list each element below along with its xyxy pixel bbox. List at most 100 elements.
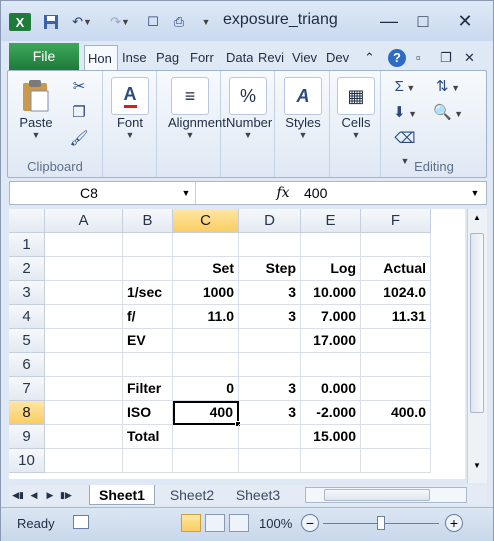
last-sheet-icon[interactable]: ▮▶ [59, 485, 73, 505]
column-header-b[interactable]: B [123, 209, 173, 233]
horizontal-scrollbar[interactable] [305, 487, 467, 503]
cell-d1[interactable] [239, 233, 301, 257]
row-header-9[interactable]: 9 [9, 425, 45, 449]
cell-e2[interactable]: Log [301, 257, 361, 281]
horizontal-scroll-thumb[interactable] [324, 489, 430, 501]
row-header-6[interactable]: 6 [9, 353, 45, 377]
cell-c2[interactable]: Set [173, 257, 239, 281]
paste-button[interactable]: Paste ▼ [14, 77, 58, 140]
row-header-1[interactable]: 1 [9, 233, 45, 257]
cell-a7[interactable] [45, 377, 123, 401]
first-sheet-icon[interactable]: ◀▮ [11, 485, 25, 505]
row-header-10[interactable]: 10 [9, 449, 45, 473]
cell-e4[interactable]: 7.000 [301, 305, 361, 329]
cell-e7[interactable]: 0.000 [301, 377, 361, 401]
cell-f2[interactable]: Actual [361, 257, 431, 281]
column-header-a[interactable]: A [45, 209, 123, 233]
cell-a4[interactable] [45, 305, 123, 329]
page-break-view-button[interactable] [229, 514, 249, 532]
cell-d4[interactable]: 3 [239, 305, 301, 329]
cell-a1[interactable] [45, 233, 123, 257]
cell-a8[interactable] [45, 401, 123, 425]
cell-e6[interactable] [301, 353, 361, 377]
column-header-d[interactable]: D [239, 209, 301, 233]
cell-d9[interactable] [239, 425, 301, 449]
zoom-out-button[interactable]: − [301, 514, 319, 532]
cell-c5[interactable] [173, 329, 239, 353]
expand-formula-bar-icon[interactable]: ▼ [468, 182, 482, 204]
number-button[interactable]: % Number ▼ [226, 77, 272, 140]
cell-b6[interactable] [123, 353, 173, 377]
insert-function-button[interactable]: fx [270, 182, 296, 204]
help-icon[interactable]: ? [385, 45, 407, 71]
column-header-c[interactable]: C [173, 209, 239, 233]
print-icon[interactable]: ⎙ [169, 13, 189, 31]
cell-a9[interactable] [45, 425, 123, 449]
name-box[interactable]: C8 [10, 182, 196, 204]
cell-b5[interactable]: EV [123, 329, 173, 353]
zoom-level[interactable]: 100% [259, 516, 292, 531]
cell-b8[interactable]: ISO [123, 401, 173, 425]
sort-filter-icon[interactable]: ⇅ ▼ [430, 77, 466, 97]
cell-a2[interactable] [45, 257, 123, 281]
minimize-button[interactable]: — [377, 11, 401, 33]
cell-c6[interactable] [173, 353, 239, 377]
font-button[interactable]: A Font ▼ [108, 77, 152, 140]
cell-f3[interactable]: 1024.0 [361, 281, 431, 305]
autosum-icon[interactable]: Σ ▼ [392, 77, 418, 97]
collapse-ribbon-icon[interactable]: ⌃ [361, 45, 381, 71]
scroll-down-icon[interactable]: ▼ [470, 461, 484, 475]
tab-data[interactable]: Data [223, 45, 253, 71]
formula-input[interactable]: 400 [300, 182, 327, 204]
tab-formulas[interactable]: Forr [187, 45, 221, 71]
cell-f6[interactable] [361, 353, 431, 377]
cell-f5[interactable] [361, 329, 431, 353]
macro-record-icon[interactable] [73, 515, 89, 529]
worksheet-grid[interactable]: A B C D E F 1 2 Set Step Log Actual 3 1/sec 1000 3 10.00… [9, 209, 465, 479]
name-box-dropdown-icon[interactable]: ▼ [178, 182, 194, 204]
sheet-tab-sheet3[interactable]: Sheet3 [227, 485, 289, 505]
zoom-in-button[interactable]: + [445, 514, 463, 532]
format-painter-icon[interactable]: 🖌 [66, 129, 92, 149]
row-header-5[interactable]: 5 [9, 329, 45, 353]
cell-a10[interactable] [45, 449, 123, 473]
close-button[interactable]: ✕ [453, 11, 477, 33]
cell-b2[interactable] [123, 257, 173, 281]
cell-c10[interactable] [173, 449, 239, 473]
cells-button[interactable]: ▦ Cells ▼ [334, 77, 378, 140]
column-header-f[interactable]: F [361, 209, 431, 233]
cell-a5[interactable] [45, 329, 123, 353]
tab-insert[interactable]: Inse [119, 45, 151, 71]
scroll-up-icon[interactable]: ▲ [470, 213, 484, 227]
prev-sheet-icon[interactable]: ◀ [27, 485, 41, 505]
cell-d2[interactable]: Step [239, 257, 301, 281]
minimize-workbook-icon[interactable]: ▫ [413, 45, 431, 71]
tab-page-layout[interactable]: Pag [153, 45, 185, 71]
cell-c9[interactable] [173, 425, 239, 449]
save-icon[interactable] [41, 13, 61, 31]
normal-view-button[interactable] [181, 514, 201, 532]
cell-f9[interactable] [361, 425, 431, 449]
cell-e8[interactable]: -2.000 [301, 401, 361, 425]
restore-workbook-icon[interactable]: ❐ [437, 45, 455, 71]
select-all-corner[interactable] [9, 209, 45, 233]
close-workbook-icon[interactable]: ✕ [461, 45, 479, 71]
row-header-2[interactable]: 2 [9, 257, 45, 281]
cell-d10[interactable] [239, 449, 301, 473]
fill-icon[interactable]: ⬇ ▼ [392, 103, 418, 123]
tab-home[interactable]: Hon [84, 45, 118, 71]
cell-c3[interactable]: 1000 [173, 281, 239, 305]
row-header-7[interactable]: 7 [9, 377, 45, 401]
cell-f1[interactable] [361, 233, 431, 257]
cell-e3[interactable]: 10.000 [301, 281, 361, 305]
sheet-tab-sheet2[interactable]: Sheet2 [161, 485, 223, 505]
cell-a3[interactable] [45, 281, 123, 305]
zoom-slider-thumb[interactable] [377, 516, 385, 530]
vertical-scrollbar[interactable]: ▲ ▼ [467, 209, 487, 483]
cell-b10[interactable] [123, 449, 173, 473]
page-layout-view-button[interactable] [205, 514, 225, 532]
copy-icon[interactable]: ❐ [66, 103, 92, 123]
cell-b9[interactable]: Total [123, 425, 173, 449]
cell-c8[interactable]: 400 [173, 401, 239, 425]
cell-e10[interactable] [301, 449, 361, 473]
